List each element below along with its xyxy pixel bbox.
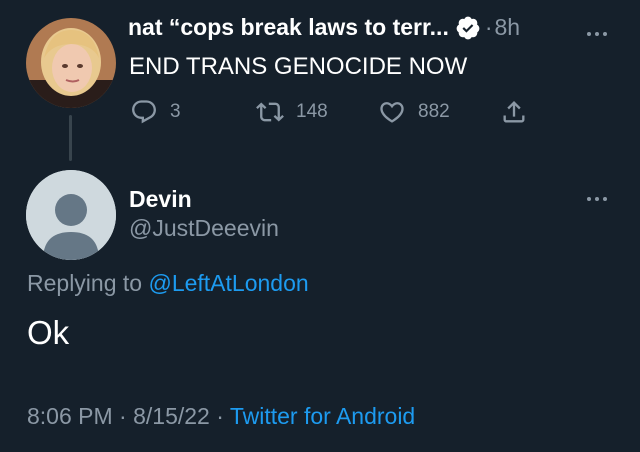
tweet-source-link[interactable]: Twitter for Android: [230, 403, 415, 429]
retweet-action[interactable]: 148: [256, 98, 328, 126]
parent-timestamp[interactable]: 8h: [495, 14, 521, 41]
replying-to-mention-link[interactable]: @LeftAtLondon: [148, 270, 308, 296]
default-avatar-icon: [26, 170, 116, 260]
parent-more-options-icon[interactable]: [587, 32, 607, 36]
time-separator: ·: [484, 14, 493, 40]
tweet-meta-line: 8:06 PM · 8/15/22 · Twitter for Android: [27, 403, 415, 430]
reply-display-name[interactable]: Devin: [129, 186, 192, 213]
parent-tweet-text: END TRANS GENOCIDE NOW: [129, 53, 468, 80]
tweet-timestamp[interactable]: 8:06 PM · 8/15/22 ·: [27, 403, 230, 429]
parent-tweet-header: nat “cops break laws to terr... · 8h: [128, 14, 520, 41]
reply-more-options-icon[interactable]: [587, 197, 607, 201]
like-action[interactable]: 882: [378, 98, 450, 126]
share-action[interactable]: [500, 98, 528, 126]
reply-avatar[interactable]: [26, 170, 116, 260]
reply-handle[interactable]: @JustDeeevin: [129, 215, 279, 242]
verified-badge-icon: [455, 15, 481, 41]
retweet-icon: [256, 102, 284, 122]
retweet-count: 148: [296, 101, 328, 122]
share-icon: [503, 101, 525, 123]
parent-avatar[interactable]: [26, 18, 116, 108]
replying-to-label: Replying to: [27, 270, 149, 296]
heart-icon: [380, 102, 404, 123]
reply-icon: [132, 100, 156, 124]
thread-connector-line: [69, 115, 72, 161]
user-photo-icon: [26, 18, 116, 108]
reply-count: 3: [170, 101, 181, 122]
like-count: 882: [418, 101, 450, 122]
parent-display-name[interactable]: nat “cops break laws to terr...: [128, 14, 449, 41]
reply-action[interactable]: 3: [130, 98, 181, 126]
replying-to-line: Replying to @LeftAtLondon: [27, 270, 309, 297]
reply-tweet-text: Ok: [27, 314, 70, 351]
